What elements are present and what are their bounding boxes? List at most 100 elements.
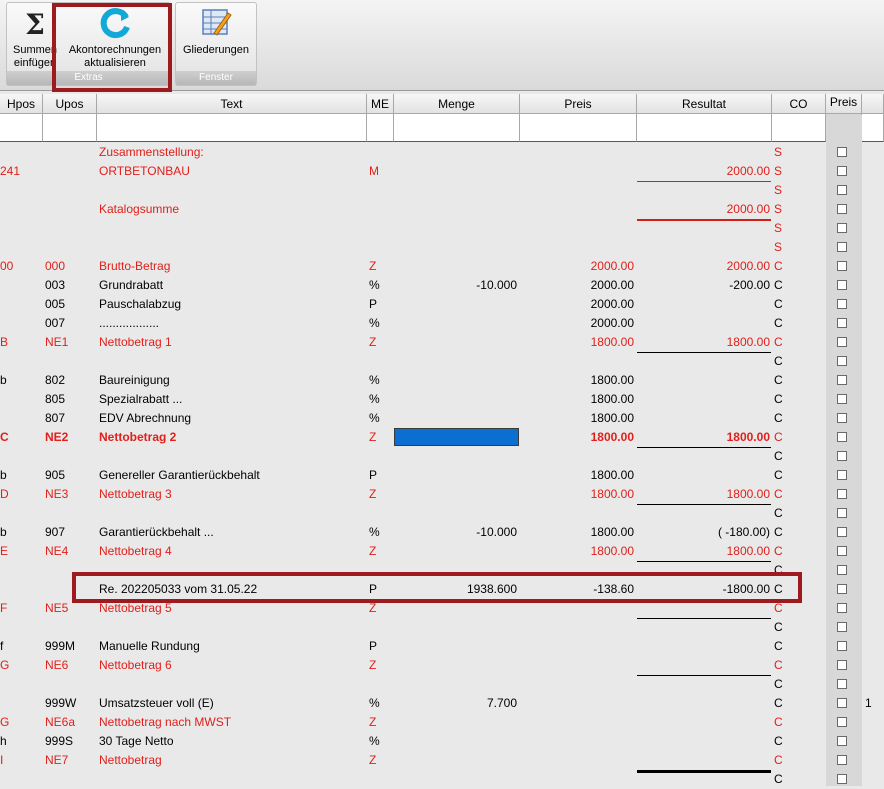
preis-checkbox[interactable]	[837, 394, 847, 404]
table-row[interactable]: 00 000 Brutto-Betrag Z 2000.00 2000.00 C	[0, 257, 884, 276]
table-row[interactable]: D NE3 Nettobetrag 3 Z 1800.00 1800.00 C	[0, 485, 884, 505]
edit-cell-hpos[interactable]	[0, 114, 43, 142]
preis-checkbox[interactable]	[837, 622, 847, 632]
preis-checkbox[interactable]	[837, 565, 847, 575]
table-row[interactable]: C	[0, 675, 884, 694]
preis-checkbox[interactable]	[837, 337, 847, 347]
preis-checkbox[interactable]	[837, 489, 847, 499]
table-row[interactable]: C	[0, 618, 884, 637]
col-header-co[interactable]: CO	[772, 94, 826, 114]
col-header-preis-check[interactable]: Preis	[826, 94, 862, 114]
table-row[interactable]: S	[0, 238, 884, 257]
preis-checkbox[interactable]	[837, 698, 847, 708]
table-row[interactable]: C	[0, 447, 884, 466]
col-header-hpos[interactable]: Hpos	[0, 94, 43, 114]
table-row[interactable]: B NE1 Nettobetrag 1 Z 1800.00 1800.00 C	[0, 333, 884, 353]
cell-text: Nettobetrag nach MWST	[99, 715, 232, 729]
col-header-upos[interactable]: Upos	[43, 94, 97, 114]
preis-checkbox[interactable]	[837, 185, 847, 195]
summen-einfuegen-button[interactable]: Σ Summen einfügen	[9, 3, 61, 73]
col-header-menge[interactable]: Menge	[394, 94, 520, 114]
preis-checkbox[interactable]	[837, 527, 847, 537]
preis-checkbox[interactable]	[837, 755, 847, 765]
table-row[interactable]: G NE6 Nettobetrag 6 Z C	[0, 656, 884, 676]
preis-checkbox[interactable]	[837, 166, 847, 176]
cell-co: C	[774, 297, 783, 311]
preis-checkbox[interactable]	[837, 147, 847, 157]
cell-text: Nettobetrag 3	[99, 487, 172, 501]
table-row[interactable]: 005 Pauschalabzug P 2000.00 C	[0, 295, 884, 314]
cell-resultat: 2000.00	[726, 202, 770, 216]
cell-resultat: 1800.00	[726, 335, 770, 349]
table-row[interactable]: b 907 Garantierückbehalt ...% -10.000 1800.0…	[0, 523, 884, 542]
preis-checkbox[interactable]	[837, 413, 847, 423]
table-row[interactable]: C	[0, 504, 884, 523]
edit-cell-me[interactable]	[367, 114, 394, 142]
preis-checkbox[interactable]	[837, 223, 847, 233]
table-row[interactable]: 003 Grundrabatt% -10.000 2000.00 -200.00 C	[0, 276, 884, 295]
preis-checkbox[interactable]	[837, 603, 847, 613]
group-label-extras: Extras	[7, 71, 170, 85]
preis-checkbox[interactable]	[837, 679, 847, 689]
edit-cell-upos[interactable]	[43, 114, 97, 142]
preis-checkbox[interactable]	[837, 204, 847, 214]
table-row[interactable]: S	[0, 219, 884, 238]
table-row[interactable]: C	[0, 561, 884, 580]
menge-edit-field[interactable]	[394, 428, 519, 446]
preis-checkbox[interactable]	[837, 546, 847, 556]
edit-cell-co[interactable]	[772, 114, 826, 142]
table-row[interactable]: F NE5 Nettobetrag 5 Z C	[0, 599, 884, 619]
table-row[interactable]: C	[0, 352, 884, 371]
preis-checkbox[interactable]	[837, 356, 847, 366]
col-header-me[interactable]: ME	[367, 94, 394, 114]
preis-checkbox[interactable]	[837, 470, 847, 480]
preis-checkbox[interactable]	[837, 299, 847, 309]
cell-resultat: 1800.00	[726, 430, 770, 444]
table-row[interactable]: 805 Spezialrabatt ...% 1800.00 C	[0, 390, 884, 409]
table-row[interactable]: b 905 Genereller Garantierückbehalt P 1800.0…	[0, 466, 884, 485]
col-header-preis[interactable]: Preis	[520, 94, 637, 114]
preis-checkbox[interactable]	[837, 451, 847, 461]
preis-checkbox[interactable]	[837, 261, 847, 271]
preis-checkbox[interactable]	[837, 641, 847, 651]
table-row[interactable]: b 802 Baureinigung% 1800.00 C	[0, 371, 884, 390]
cell-hpos: B	[0, 335, 9, 349]
table-row[interactable]: Re. 202205033 vom 31.05.22 P 1938.600 -138.…	[0, 580, 884, 599]
preis-checkbox[interactable]	[837, 774, 847, 784]
preis-checkbox[interactable]	[837, 508, 847, 518]
cell-hpos: I	[0, 753, 4, 767]
preis-checkbox[interactable]	[837, 432, 847, 442]
preis-checkbox[interactable]	[837, 318, 847, 328]
gliederungen-button[interactable]: Gliederungen	[178, 3, 254, 73]
edit-cell-preis[interactable]	[520, 114, 637, 142]
cell-preis: 1800.00	[590, 468, 634, 482]
table-row[interactable]: C	[0, 770, 884, 789]
preis-checkbox[interactable]	[837, 717, 847, 727]
preis-checkbox[interactable]	[837, 280, 847, 290]
cell-text: Katalogsumme	[99, 202, 180, 216]
table-row[interactable]: Katalogsumme 2000.00 S	[0, 200, 884, 221]
table-row[interactable]: E NE4 Nettobetrag 4 Z 1800.00 1800.00 C	[0, 542, 884, 562]
preis-checkbox[interactable]	[837, 375, 847, 385]
edit-cell-menge[interactable]	[394, 114, 520, 142]
edit-cell-resultat[interactable]	[637, 114, 772, 142]
table-row[interactable]: 999W Umsatzsteuer voll (E)% 7.700 C 1	[0, 694, 884, 713]
preis-checkbox[interactable]	[837, 660, 847, 670]
table-row[interactable]: 807 EDV Abrechnung% 1800.00 C	[0, 409, 884, 428]
table-row[interactable]: S	[0, 181, 884, 200]
table-row[interactable]: h 999S 30 Tage Netto% C	[0, 732, 884, 751]
table-row[interactable]: G NE6a Nettobetrag nach MWST Z C	[0, 713, 884, 732]
table-row[interactable]: 241 ORTBETONBAU M 2000.00 S	[0, 162, 884, 182]
col-header-resultat[interactable]: Resultat	[637, 94, 772, 114]
akontorechnungen-aktualisieren-button[interactable]: Akontorechnungen aktualisieren	[63, 3, 167, 73]
table-row[interactable]: f 999M Manuelle Rundung P C	[0, 637, 884, 656]
table-row[interactable]: C NE2 Nettobetrag 2 Z 1800.00 1800.00 C	[0, 428, 884, 448]
preis-checkbox[interactable]	[837, 242, 847, 252]
preis-checkbox[interactable]	[837, 736, 847, 746]
col-header-text[interactable]: Text	[97, 94, 367, 114]
table-row[interactable]: 007..................% 2000.00 C	[0, 314, 884, 333]
table-row[interactable]: I NE7 Nettobetrag Z C	[0, 751, 884, 773]
table-row[interactable]: Zusammenstellung: S	[0, 143, 884, 162]
edit-cell-text[interactable]	[97, 114, 367, 142]
preis-checkbox[interactable]	[837, 584, 847, 594]
